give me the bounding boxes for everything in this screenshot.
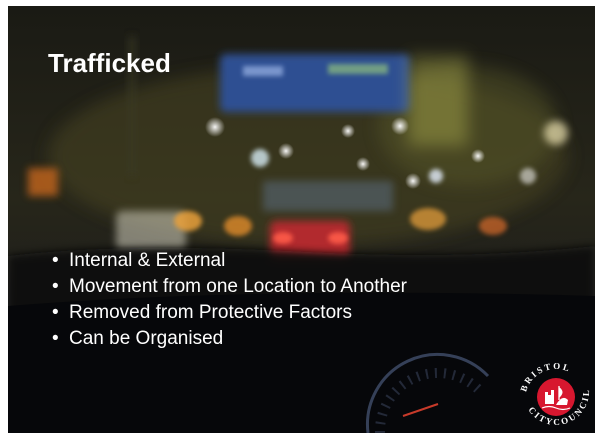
slide-title: Trafficked: [48, 48, 171, 78]
bullet-text: Movement from one Location to Another: [69, 276, 407, 297]
bullet-icon: •: [52, 250, 59, 271]
bullet-icon: •: [52, 302, 59, 323]
bullet-icon: •: [52, 276, 59, 297]
bullet-icon: •: [52, 328, 59, 349]
bullet-text: Internal & External: [69, 250, 226, 271]
bullet-text: Can be Organised: [69, 328, 224, 349]
bullet-list: • Internal & External • Movement from one …: [52, 248, 407, 352]
bullet-item: • Internal & External: [52, 248, 407, 274]
bullet-item: • Removed from Protective Factors: [52, 300, 407, 326]
bullet-text: Removed from Protective Factors: [69, 302, 352, 323]
presentation-slide: Trafficked • Internal & External • Movemen…: [8, 6, 595, 433]
bullet-item: • Movement from one Location to Another: [52, 274, 407, 300]
bristol-city-council-logo: B R I S T O L C I T Y C O U N C I L: [518, 361, 591, 427]
bullet-item: • Can be Organised: [52, 326, 407, 352]
